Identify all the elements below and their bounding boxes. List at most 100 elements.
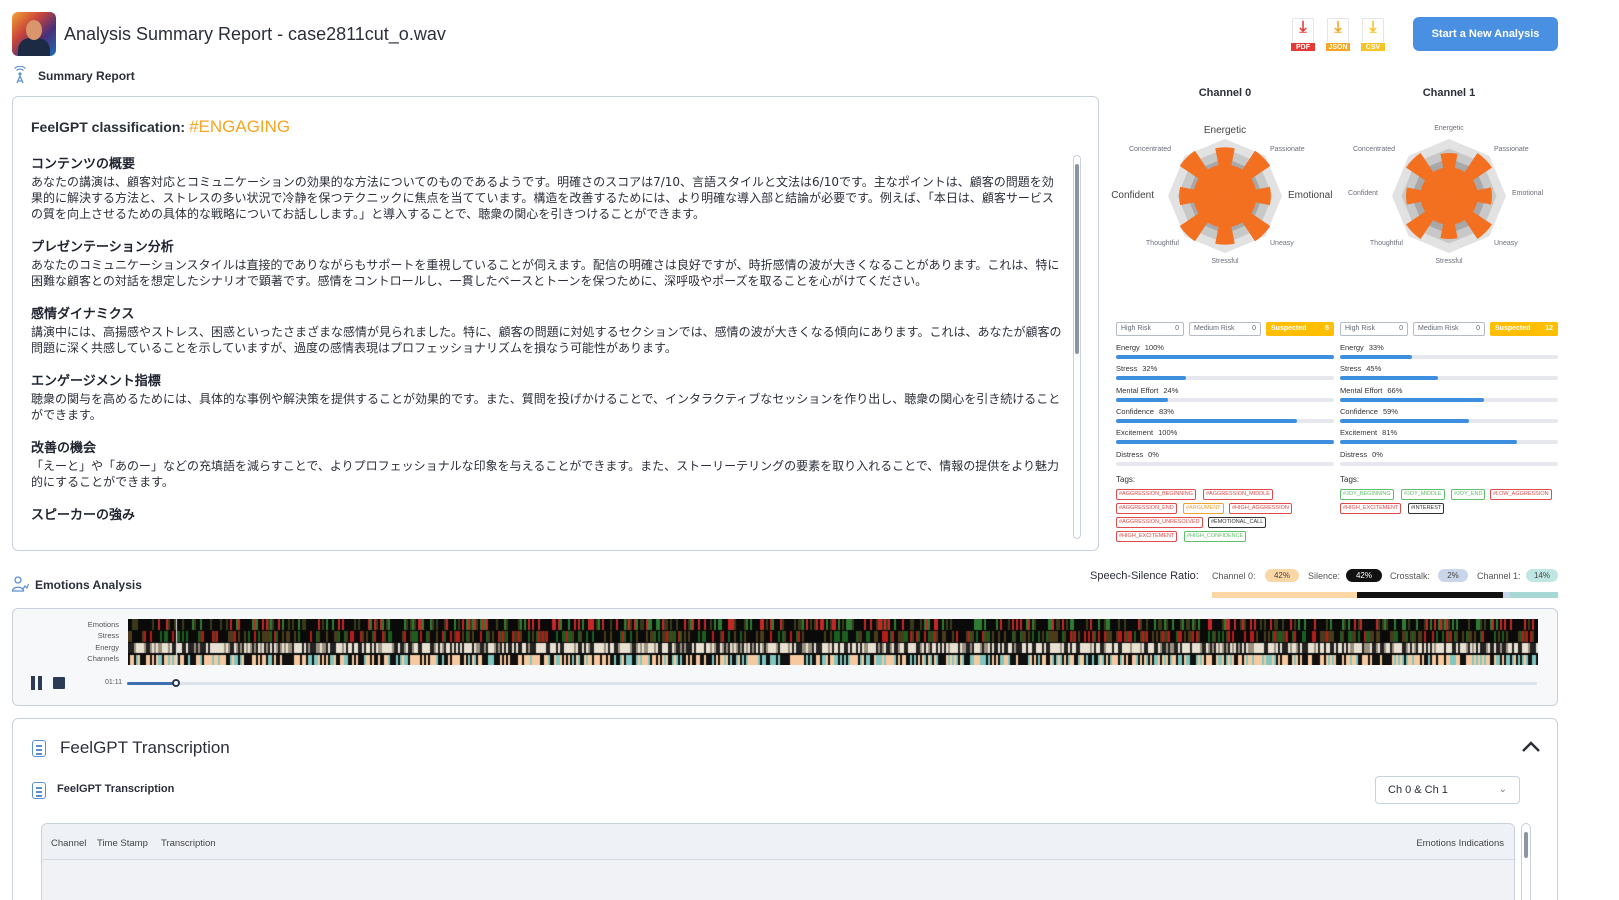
metric-value: 81% <box>1382 428 1398 438</box>
metric-name: Distress <box>1116 449 1144 459</box>
section-heading: プレゼンテーション分析 <box>31 240 174 255</box>
json-download-icon[interactable]: ⤓ JSON <box>1325 18 1351 52</box>
pdf-label: PDF <box>1290 42 1316 52</box>
metric-fill <box>1340 376 1439 381</box>
metric-fill <box>1116 376 1186 381</box>
metric-name: Energy <box>1340 343 1364 352</box>
ratio-segment <box>1212 592 1358 598</box>
metric-distress: Distress 0% <box>1116 450 1159 459</box>
metric-name: Energy <box>1116 343 1140 352</box>
metric-energy: Energy 100% <box>1116 343 1164 352</box>
ss-crosstalk-label: Crosstalk: <box>1390 571 1431 581</box>
metric-name: Excitement <box>1340 428 1378 438</box>
emotion-tag: #HIGH_CONFIDENCE <box>1184 531 1247 542</box>
risk-count: 0 <box>1399 325 1403 332</box>
risk-label: High Risk <box>1121 325 1151 332</box>
risk-suspected-badge: Suspected 12 <box>1490 322 1558 336</box>
emotion-tag: #AGGRESSION_UNRESOLVED <box>1116 517 1203 528</box>
emotions-card: Emotions Stress Energy Channels 01:11 <box>12 608 1558 706</box>
section-heading: エンゲージメント指標 <box>31 374 161 389</box>
transcription-scrollbar[interactable] <box>1521 823 1531 900</box>
ss-channel1-label: Channel 1: <box>1477 571 1521 581</box>
section-heading: 改善の機会 <box>31 441 97 456</box>
pdf-download-icon[interactable]: ⤓ PDF <box>1290 18 1316 52</box>
metric-value: 100% <box>1158 428 1178 438</box>
metric-mental-effort: Mental Effort 24% <box>1116 386 1178 395</box>
metric-value: 100% <box>1144 343 1164 352</box>
emotion-tag: #AGGRESSION_MIDDLE <box>1203 489 1273 500</box>
channel-title: Channel 0 <box>1198 87 1252 99</box>
summary-scrollbar[interactable] <box>1073 155 1081 539</box>
summary-report-label: Summary Report <box>38 69 135 83</box>
ratio-segment <box>1509 592 1558 598</box>
radar-label-bottom: Stressful <box>1211 258 1239 265</box>
metric-value: 66% <box>1387 385 1403 395</box>
section-text: あなたの講演は、顧客対応とコミュニケーションの効果的な方法についてのものであるよ… <box>31 175 1054 221</box>
radar-label-top-left: Concentrated <box>1128 146 1171 153</box>
risk-count: 0 <box>1175 325 1179 332</box>
metric-track <box>1116 440 1334 445</box>
metric-value: 83% <box>1158 406 1174 416</box>
metric-track <box>1340 418 1558 423</box>
metric-confidence: Confidence 83% <box>1116 407 1174 416</box>
emotion-tag: #HIGH_EXCITEMENT <box>1340 503 1402 514</box>
metric-stress: Stress 32% <box>1116 364 1157 373</box>
metric-value: 0% <box>1372 449 1383 459</box>
radar-label-bottom-right: Uneasy <box>1494 240 1518 247</box>
pause-button[interactable] <box>31 676 45 690</box>
scrollbar-thumb[interactable] <box>1524 832 1528 858</box>
channel-title: Channel 1 <box>1422 87 1476 99</box>
column-channel[interactable]: Channel <box>51 838 86 849</box>
metric-confidence: Confidence 59% <box>1340 407 1398 416</box>
speech-silence-label: Speech-Silence Ratio: <box>1090 570 1199 582</box>
collapse-chevron-icon[interactable] <box>1521 737 1541 760</box>
emotion-tag: #AGGRESSION_BEGINNING <box>1116 489 1196 500</box>
section-text: 「えーと」や「あのー」などの充填語を減らすことで、よりプロフェッショナルな印象を… <box>31 459 1060 489</box>
classification-label: FeelGPT classification: <box>31 119 186 135</box>
ss-crosstalk-value: 2% <box>1438 569 1468 582</box>
summary-section: エンゲージメント指標 聴衆の関与を高めるためには、具体的な事例や解決策を提供するこ… <box>31 370 1063 423</box>
transcription-table: Channel Time Stamp Transcription Emotion… <box>41 823 1515 900</box>
metric-track <box>1340 440 1558 445</box>
summary-section: プレゼンテーション分析 あなたのコミュニケーションスタイルは直接的でありながらもサ… <box>31 236 1063 289</box>
transcription-subtitle: FeelGPT Transcription <box>57 783 175 795</box>
ss-channel0-label: Channel 0: <box>1212 571 1256 581</box>
column-time-stamp[interactable]: Time Stamp <box>97 838 148 849</box>
emotions-timeline[interactable] <box>128 619 1538 665</box>
metric-excitement: Excitement 81% <box>1340 428 1397 437</box>
emotion-tag: #JOY_MIDDLE <box>1401 489 1445 500</box>
metric-excitement: Excitement 100% <box>1116 428 1177 437</box>
channel-select[interactable]: Ch 0 & Ch 1 ⌄ <box>1375 776 1520 804</box>
radar-label-bottom-left: Thoughtful <box>1369 240 1403 247</box>
metric-track <box>1116 418 1334 423</box>
metric-value: 45% <box>1366 364 1382 374</box>
summary-section: 改善の機会「えーと」や「あのー」などの充填語を減らすことで、よりプロフェッショナ… <box>31 437 1063 490</box>
metric-track <box>1116 397 1334 402</box>
playback-handle[interactable] <box>172 679 181 687</box>
radar-label-top-left: Concentrated <box>1352 146 1395 153</box>
csv-download-icon[interactable]: ⤓ CSV <box>1360 18 1386 52</box>
risk-medium-badge: Medium Risk 0 <box>1189 322 1261 336</box>
user-chart-icon <box>11 575 30 593</box>
metric-fill <box>1116 440 1334 445</box>
start-new-analysis-button[interactable]: Start a New Analysis <box>1413 17 1558 51</box>
metric-track <box>1340 461 1558 466</box>
column-transcription[interactable]: Transcription <box>161 838 216 849</box>
risk-high-badge: High Risk 0 <box>1116 322 1184 336</box>
playback-track[interactable] <box>127 679 1537 687</box>
risk-label: Suspected <box>1271 325 1307 332</box>
radar-label-top: Energetic <box>1434 125 1464 132</box>
emotion-tag: #JOY_BEGINNING <box>1340 489 1394 500</box>
metric-stress: Stress 45% <box>1340 364 1381 373</box>
header: Analysis Summary Report - case2811cut_o.… <box>0 0 1619 70</box>
metric-name: Distress <box>1340 449 1368 459</box>
column-emotions-indications[interactable]: Emotions Indications <box>1416 838 1504 849</box>
metric-name: Confidence <box>1116 406 1154 416</box>
metric-name: Stress <box>1116 364 1138 374</box>
summary-card: FeelGPT classification: #ENGAGING コンテンツの概… <box>12 96 1099 551</box>
stop-button[interactable] <box>53 677 65 689</box>
radar-label-top-right: Passionate <box>1494 146 1529 153</box>
risk-high-badge: High Risk 0 <box>1340 322 1408 336</box>
metric-fill <box>1116 418 1297 423</box>
metric-track <box>1116 376 1334 381</box>
